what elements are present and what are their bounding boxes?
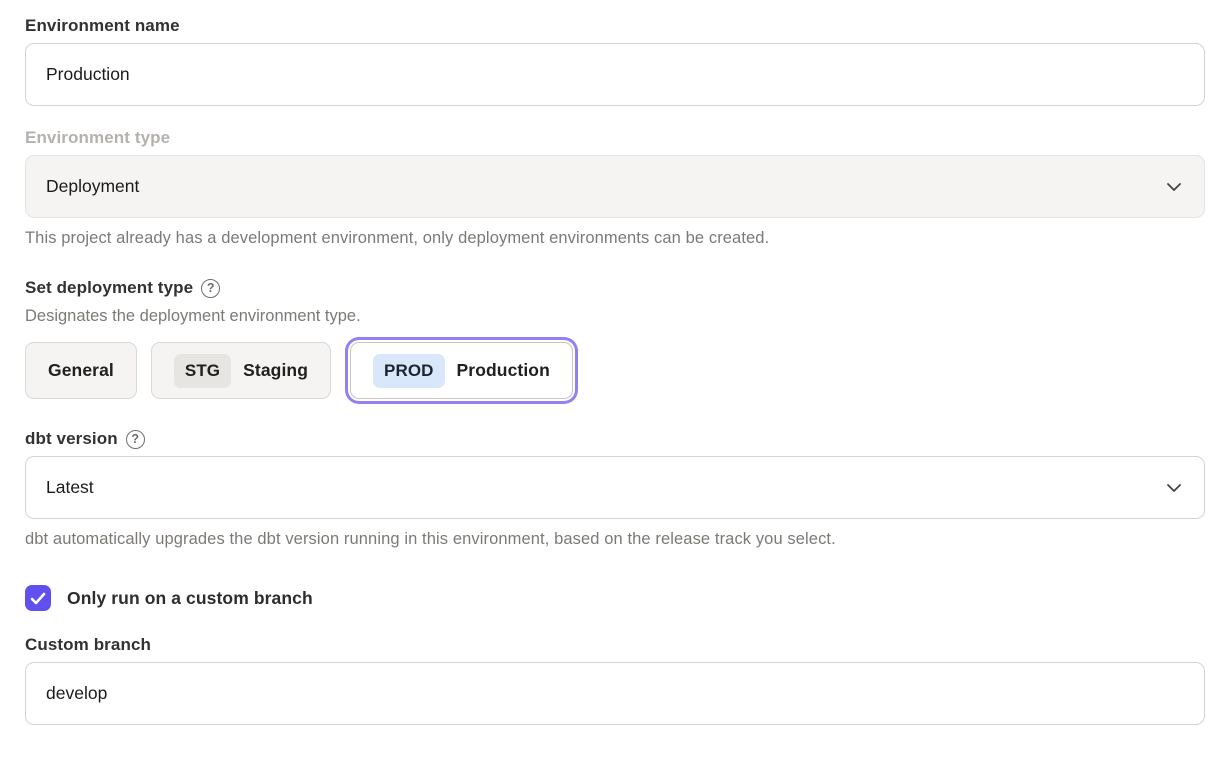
dbt-version-label: dbt version: [25, 429, 118, 449]
custom-branch-toggle-row: Only run on a custom branch: [25, 585, 1205, 611]
environment-type-field: Environment type Deployment This project…: [25, 128, 1205, 248]
dbt-version-field: dbt version ? Latest dbt automatically u…: [25, 429, 1205, 549]
prod-badge: PROD: [373, 354, 445, 388]
environment-type-helper: This project already has a development e…: [25, 229, 1205, 248]
environment-name-input[interactable]: [25, 43, 1205, 106]
deployment-type-staging-label: Staging: [243, 360, 308, 381]
deployment-type-label: Set deployment type: [25, 278, 193, 298]
deployment-type-general-button[interactable]: General: [25, 342, 137, 399]
deployment-type-options: General STG Staging PROD Production: [25, 342, 1205, 399]
checkmark-icon: [30, 592, 46, 605]
chevron-down-icon: [1166, 182, 1182, 192]
dbt-version-value: Latest: [46, 477, 94, 498]
help-icon[interactable]: ?: [126, 430, 145, 449]
custom-branch-checkbox[interactable]: [25, 585, 51, 611]
custom-branch-label: Custom branch: [25, 635, 1205, 655]
deployment-type-production-label: Production: [457, 360, 550, 381]
deployment-type-production-button[interactable]: PROD Production: [350, 342, 573, 399]
chevron-down-icon: [1166, 483, 1182, 493]
dbt-version-select[interactable]: Latest: [25, 456, 1205, 519]
environment-type-label: Environment type: [25, 128, 1205, 148]
environment-type-value: Deployment: [46, 176, 139, 197]
environment-name-field: Environment name: [25, 16, 1205, 106]
custom-branch-toggle-label[interactable]: Only run on a custom branch: [67, 588, 313, 609]
deployment-type-section: Set deployment type ? Designates the dep…: [25, 278, 1205, 399]
deployment-type-staging-button[interactable]: STG Staging: [151, 342, 331, 399]
deployment-type-general-label: General: [48, 360, 114, 381]
custom-branch-input[interactable]: [25, 662, 1205, 725]
custom-branch-field: Custom branch: [25, 635, 1205, 725]
environment-type-select[interactable]: Deployment: [25, 155, 1205, 218]
dbt-version-helper: dbt automatically upgrades the dbt versi…: [25, 530, 1205, 549]
environment-name-label: Environment name: [25, 16, 1205, 36]
staging-badge: STG: [174, 354, 231, 388]
help-icon[interactable]: ?: [201, 279, 220, 298]
deployment-type-helper: Designates the deployment environment ty…: [25, 307, 1205, 326]
